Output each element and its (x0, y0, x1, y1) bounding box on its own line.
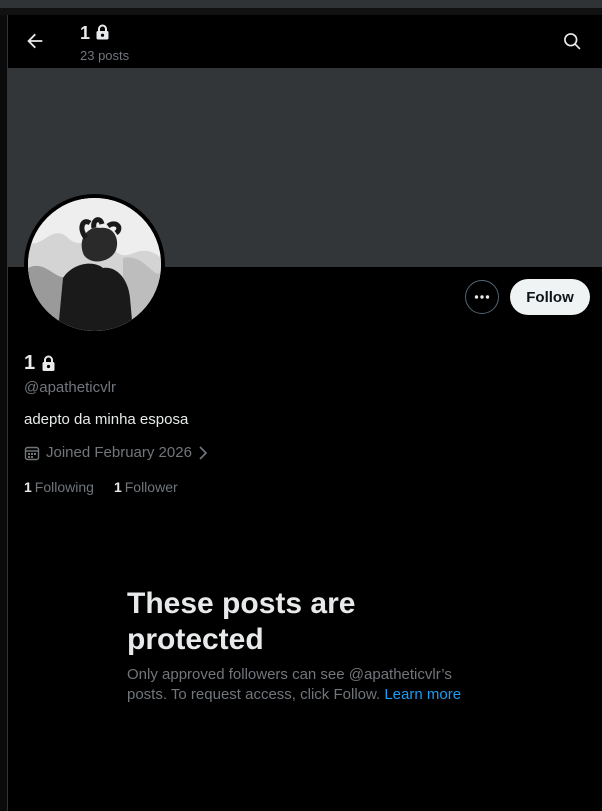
header-name-text: 1 (80, 23, 91, 43)
joined-date[interactable]: Joined February 2026 (24, 444, 208, 461)
profile-header: 1 23 posts (8, 15, 602, 68)
following-label: Following (34, 479, 94, 495)
avatar-photo (28, 198, 161, 331)
header-post-count: 23 posts (80, 48, 130, 63)
more-horizontal-icon (474, 295, 490, 299)
joined-text: Joined February 2026 (46, 444, 192, 461)
protected-title-line2: protected (127, 623, 264, 656)
followers-link[interactable]: 1 Follower (114, 479, 178, 495)
profile-name: 1 (24, 352, 56, 375)
avatar[interactable] (24, 194, 165, 335)
followers-label: Follower (124, 479, 178, 495)
lock-icon (96, 24, 109, 40)
header-name: 1 (80, 23, 110, 44)
learn-more-link[interactable]: Learn more (384, 686, 461, 703)
browser-top-strip-dark (0, 8, 602, 15)
protected-title-line1: These posts are (127, 587, 356, 620)
following-count: 1 (24, 479, 32, 495)
protected-description: Only approved followers can see @apathet… (127, 665, 487, 705)
chevron-right-icon (199, 445, 208, 460)
follow-button[interactable]: Follow (510, 279, 590, 315)
protected-title: These posts are protected (127, 586, 447, 658)
follow-stats: 1 Following 1 Follower (24, 479, 178, 495)
calendar-icon (24, 446, 40, 460)
search-icon[interactable] (562, 31, 582, 51)
lock-icon (42, 355, 55, 371)
more-options-button[interactable] (465, 280, 499, 314)
profile-bio: adepto da minha esposa (24, 411, 189, 428)
left-rail (0, 15, 8, 811)
browser-top-strip (0, 0, 602, 8)
profile-handle: @apatheticvlr (24, 379, 116, 396)
followers-count: 1 (113, 479, 122, 495)
profile-name-text: 1 (24, 352, 36, 374)
avatar-image (28, 198, 161, 331)
arrow-left-icon[interactable] (24, 30, 46, 52)
following-link[interactable]: 1 Following (24, 479, 94, 495)
